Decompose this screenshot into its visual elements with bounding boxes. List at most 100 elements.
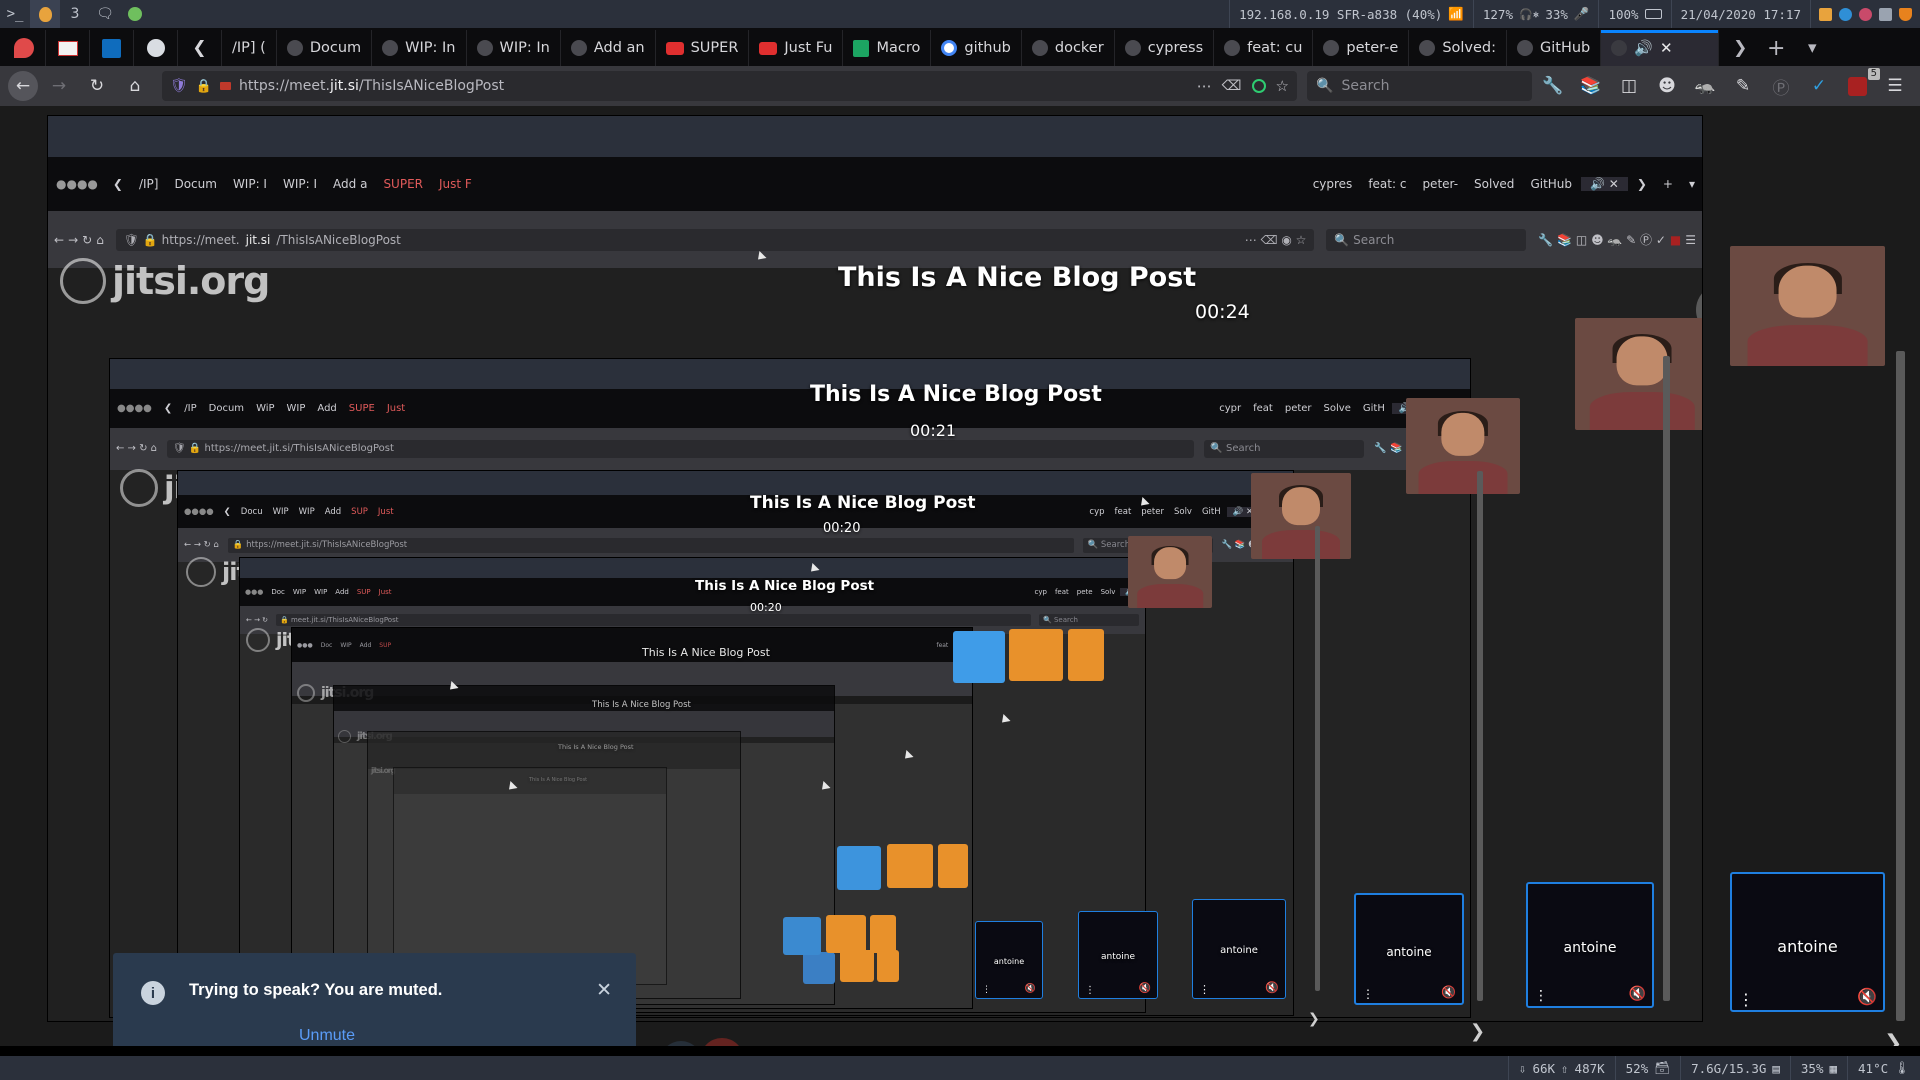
tab-12[interactable]: peter-e [1313,30,1410,66]
nested-scrollbar-2[interactable] [1477,471,1483,1001]
network-status[interactable]: 192.168.0.19 SFR-a838 (40%) 📶 [1229,0,1473,28]
tab-4[interactable]: Add an [561,30,656,66]
jitsi-logo-icon [246,628,270,652]
back-button[interactable]: ← [8,71,38,101]
home-button[interactable]: ⌂ [118,71,152,101]
tab-11[interactable]: feat: cu [1214,30,1314,66]
tab-9[interactable]: docker [1022,30,1115,66]
privacy-badger-icon[interactable]: 🦡 [1688,71,1722,101]
navigation-toolbar: ← → ↻ ⌂ 🛡 🔒 https://meet.jit.si/ThisIsAN… [0,66,1920,106]
ascii-icon[interactable] [1879,7,1892,21]
system-top-bar: >_ 3 🗨 192.168.0.19 SFR-a838 (40%) 📶 127… [0,0,1920,28]
permissions-icon[interactable] [1251,79,1266,93]
url-bar[interactable]: 🛡 🔒 https://meet.jit.si/ThisIsANiceBlogP… [162,71,1297,101]
webcam-tile-nested-3[interactable] [1406,398,1520,494]
ram-usage[interactable]: 7.6G/15.3G ▤ [1680,1056,1790,1080]
cpu-label: 35% [1800,1060,1824,1076]
webcam-tile-nested-4[interactable] [1575,318,1702,430]
vimium-icon[interactable]: ✓ [1802,71,1836,101]
shield-icon[interactable]: 🛡 [170,78,188,94]
tab-label: /IP] ( [232,40,266,56]
tab-scroll-left-button[interactable]: ❮ [178,30,222,66]
chevron-left-icon: ❮ [192,38,207,58]
mini-system-bar-3 [178,471,1293,496]
tab-label: Macro [876,40,921,56]
sidebar-icon[interactable]: ◫ [1612,71,1646,101]
pen-icon[interactable]: ✎ [1726,71,1760,101]
tab-audio-icon[interactable]: 🔊 [1634,39,1653,57]
pocket-icon[interactable]: ⌫ [1222,78,1242,94]
library-icon[interactable]: 📚 [1574,71,1608,101]
tab-active-jitsi[interactable]: 🔊 ✕ [1601,30,1720,66]
webcam-tile-nested-2[interactable] [1251,473,1351,559]
redshift-icon[interactable] [1859,7,1872,21]
close-icon[interactable]: ✕ [596,979,612,1002]
tab-10[interactable]: cypress [1115,30,1215,66]
bluetooth-icon[interactable] [1839,7,1852,21]
shared-screen-level-1: ●●●● ❮/IP] Docum WIP: I WIP: I Add a SUPER… [48,116,1702,1021]
battery-status[interactable]: 100% [1598,0,1670,28]
jitsi-icon [1611,40,1628,56]
bookmark-star-icon[interactable]: ☆ [1276,77,1289,95]
tab-1[interactable]: Docum [277,30,373,66]
tab-label: Docum [309,40,362,56]
nested-scrollbar-1[interactable] [1315,526,1320,991]
pinned-tab-thunderbird[interactable] [134,30,178,66]
tab-2[interactable]: WIP: In [372,30,467,66]
nested-scrollbar-3[interactable] [1663,356,1670,1001]
workspace-terminal[interactable]: >_ [0,0,30,28]
tab-13[interactable]: Solved: [1409,30,1508,66]
tab-6[interactable]: Just Fu [749,30,844,66]
tab-14[interactable]: GitHub [1507,30,1602,66]
search-icon: 🔍 [1316,78,1334,94]
vlc-icon[interactable] [1899,7,1912,21]
cpu-usage[interactable]: 35% ▦ [1789,1056,1847,1080]
unmute-link[interactable]: Unmute [299,1027,355,1045]
tab-8[interactable]: github [931,30,1022,66]
jitsi-logo-icon [186,557,216,587]
pocket-p-icon[interactable]: Ⓟ [1764,71,1798,101]
webcam-tile-nested-1[interactable] [1128,536,1212,608]
list-all-tabs-button[interactable]: ▾ [1795,30,1829,66]
tab-label: Add an [593,40,645,56]
pinned-tab-gmail[interactable] [2,30,46,66]
workspace-spotify[interactable] [120,0,150,28]
new-tab-button[interactable]: + [1759,30,1793,66]
tab-5[interactable]: SUPER [656,30,750,66]
disk-usage[interactable]: 52% 🗃 [1614,1056,1680,1080]
page-actions-icon[interactable]: ⋯ [1197,77,1212,95]
github-icon [1419,40,1436,56]
workspace-3[interactable]: 3 [60,0,90,28]
ublock-icon[interactable]: 5 [1840,68,1880,101]
network-traffic[interactable]: ⇩ 66K ⇧ 487K [1507,1056,1615,1080]
forward-button[interactable]: → [42,71,76,101]
tab-close-icon[interactable]: ✕ [1660,39,1673,57]
muted-notification[interactable]: i Trying to speak? You are muted. ✕ Unmu… [113,953,636,1046]
temperature[interactable]: 41°C 🌡 [1847,1056,1920,1080]
workspace-chat[interactable]: 🗨 [90,0,120,28]
pinned-tab-mail[interactable] [46,30,90,66]
jitsi-logo-icon [60,258,106,304]
wrench-icon[interactable]: 🔧 [1536,71,1570,101]
search-bar[interactable]: 🔍 Search [1307,71,1532,101]
shared-title-7: This Is A Nice Blog Post [558,743,634,751]
clock[interactable]: 21/04/2020 17:17 [1670,0,1810,28]
thunderbird-pin-icon [146,39,165,57]
webcam-tile-self[interactable] [1730,246,1885,366]
padlock-icon[interactable]: 🔒 [196,79,212,94]
jitsi-watermark-1[interactable]: jitsi.org [60,258,270,304]
volume-label: 127% [1482,6,1513,22]
workspace-firefox[interactable] [30,0,60,28]
hamburger-menu-icon[interactable]: ☰ [1878,71,1912,101]
tab-0[interactable]: /IP] ( [222,30,277,66]
pinned-tab-outlook[interactable] [90,30,134,66]
account-icon[interactable]: ☻ [1650,71,1684,101]
nested-scrollbar-4[interactable] [1896,351,1905,1021]
tab-7[interactable]: Macro [843,30,932,66]
keyboard-icon[interactable] [1819,7,1832,21]
tab-scroll-right-button[interactable]: ❯ [1723,30,1757,66]
volume-status[interactable]: 127% 🎧⎈ 33% 🎤 [1472,0,1599,28]
reload-button[interactable]: ↻ [80,71,114,101]
disk-icon: 🗃 [1654,1060,1671,1075]
tab-3[interactable]: WIP: In [467,30,561,66]
